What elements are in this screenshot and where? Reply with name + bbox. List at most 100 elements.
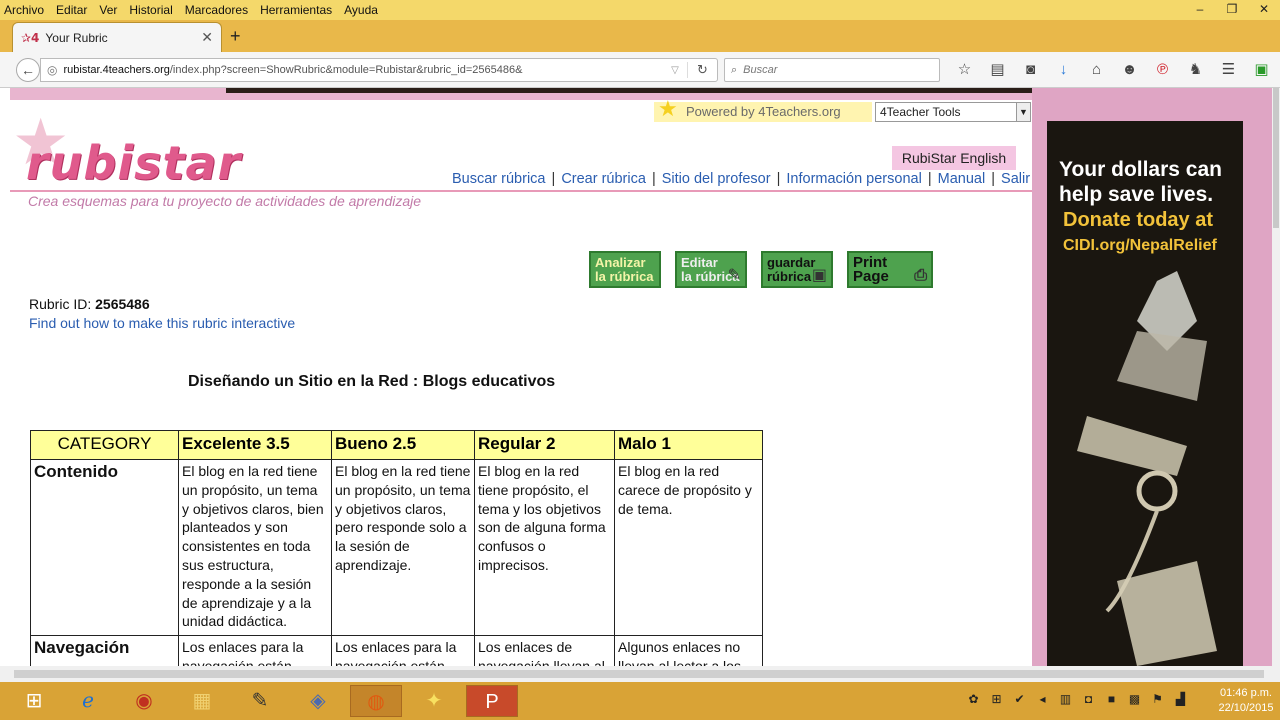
analyze-rubric-button[interactable]: Analizar la rúbrica (589, 251, 661, 288)
printer-icon: ⎙ (914, 267, 927, 284)
horizontal-scroll-thumb[interactable] (14, 670, 1264, 678)
floppy-disk-icon: ▣ (811, 267, 827, 284)
menu-marcadores[interactable]: Marcadores (179, 3, 254, 17)
header-regular: Regular 2 (474, 430, 615, 460)
teacher-tools-select[interactable]: 4Teacher Tools ▼ (875, 102, 1031, 122)
tray-icon[interactable]: ▥ (1054, 692, 1077, 706)
tray-icon[interactable]: ⊞ (985, 692, 1008, 706)
home-icon[interactable]: ⌂ (1080, 60, 1113, 80)
table-cell: El blog en la red tiene un propósito, un… (178, 459, 332, 636)
nav-sitio-profesor[interactable]: Sitio del profesor (662, 171, 771, 187)
nav-buscar-rubrica[interactable]: Buscar rúbrica (452, 171, 545, 187)
rubric-id-value: 2565486 (95, 296, 150, 312)
firefox-icon[interactable]: ◍ (350, 685, 402, 717)
table-cell: Los enlaces para la navegación están (331, 635, 475, 666)
header-malo: Malo 1 (614, 430, 763, 460)
app-icon[interactable]: ◈ (292, 685, 344, 717)
rubistar-logo[interactable]: ★ rubistar (12, 110, 312, 190)
volume-icon[interactable]: ◂ (1031, 692, 1054, 706)
network-icon[interactable]: ▟ (1169, 692, 1192, 706)
edit-rubric-button[interactable]: Editar la rúbrica ✎ (675, 251, 747, 288)
tab-title: Your Rubric (45, 30, 108, 45)
menu-historial[interactable]: Historial (123, 3, 178, 17)
flag-icon[interactable]: ⚑ (1146, 692, 1169, 706)
internet-explorer-icon[interactable]: ℯ (62, 685, 114, 717)
maximize-button[interactable]: ❐ (1216, 0, 1248, 20)
ad-line-1b: help save lives. (1059, 183, 1214, 206)
menu-archivo[interactable]: Archivo (0, 3, 50, 17)
close-tab-icon[interactable]: ✕ (201, 29, 213, 46)
rubric-id: Rubric ID: 2565486 (29, 296, 150, 312)
search-icon: ⌕ (731, 63, 738, 76)
powered-by-badge[interactable]: ★ Powered by 4Teachers.org (654, 98, 872, 122)
table-cell: Algunos enlaces no llevan al lector a lo… (614, 635, 763, 666)
nav-crear-rubrica[interactable]: Crear rúbrica (561, 171, 646, 187)
pencil-icon: ✎ (727, 267, 741, 284)
nav-separator: | (647, 171, 660, 187)
star-app-icon[interactable]: ✦ (408, 685, 460, 717)
system-clock[interactable]: 01:46 p.m. 22/10/2015 (1214, 686, 1278, 716)
top-banner-band (10, 88, 1116, 100)
tray-icon[interactable]: ■ (1100, 692, 1123, 706)
url-dropdown-icon[interactable]: ▽ (663, 65, 687, 76)
new-tab-button[interactable]: + (230, 26, 241, 46)
tab-bar: ✰4 Your Rubric ✕ + (0, 20, 1280, 52)
chevron-down-icon: ▼ (1016, 103, 1030, 121)
top-banner-image (226, 88, 1116, 93)
start-button-icon[interactable]: ⊞ (8, 685, 60, 717)
tray-icon[interactable]: ✔ (1008, 692, 1031, 706)
search-field[interactable]: ⌕ Buscar (724, 58, 940, 82)
file-explorer-icon[interactable]: ▦ (176, 685, 228, 717)
nav-informacion-personal[interactable]: Información personal (786, 171, 921, 187)
reload-icon[interactable]: ↻ (687, 62, 717, 78)
nav-manual[interactable]: Manual (938, 171, 986, 187)
menu-ver[interactable]: Ver (93, 3, 123, 17)
close-window-button[interactable]: ✕ (1248, 0, 1280, 20)
header-divider (10, 190, 1032, 192)
vertical-scrollbar[interactable] (1272, 88, 1280, 666)
extension-icon[interactable]: ♞ (1179, 60, 1212, 80)
pinterest-icon[interactable]: ℗ (1146, 60, 1179, 80)
vertical-scroll-thumb[interactable] (1273, 88, 1279, 228)
clock-date: 22/10/2015 (1218, 702, 1274, 714)
url-bar[interactable]: ◎ rubistar.4teachers.org/index.php?scree… (40, 58, 718, 82)
download-icon[interactable]: ↓ (1047, 60, 1080, 80)
nav-separator: | (547, 171, 560, 187)
chat-icon[interactable]: ☻ (1113, 60, 1146, 80)
tray-icon[interactable]: ✿ (962, 692, 985, 706)
donation-ad[interactable]: Your dollars can help save lives. Donate… (1047, 121, 1243, 666)
gimp-icon[interactable]: ✎ (234, 685, 286, 717)
back-button[interactable]: ← (16, 58, 40, 82)
reading-list-icon[interactable]: ▤ (981, 60, 1014, 80)
url-text[interactable]: rubistar.4teachers.org/index.php?screen=… (63, 64, 663, 76)
menu-editar[interactable]: Editar (50, 3, 93, 17)
bookmark-star-icon[interactable]: ☆ (948, 60, 981, 80)
rubric-table: CATEGORY Excelente 3.5 Bueno 2.5 Regular… (30, 430, 763, 666)
table-cell: El blog en la red tiene un propósito, un… (331, 459, 475, 636)
nav-salir[interactable]: Salir (1001, 171, 1030, 187)
rubistar-english-link[interactable]: RubiStar English (892, 146, 1016, 170)
back-arrow-icon: ← (21, 62, 35, 78)
hamburger-menu-icon[interactable]: ☰ (1212, 60, 1245, 80)
menu-ayuda[interactable]: Ayuda (338, 3, 384, 17)
row-category: Navegación (30, 635, 179, 666)
table-cell: El blog en la red tiene propósito, el te… (474, 459, 615, 636)
save-rubric-button[interactable]: guardar rúbrica ▣ (761, 251, 833, 288)
pocket-icon[interactable]: ◙ (1014, 60, 1047, 80)
horizontal-scrollbar[interactable] (0, 666, 1280, 682)
powered-by-text: Powered by 4Teachers.org (686, 104, 841, 119)
tray-icon[interactable]: ▩ (1123, 692, 1146, 706)
globe-icon: ◎ (47, 63, 58, 77)
powerpoint-icon[interactable]: P (466, 685, 518, 717)
header-excelente: Excelente 3.5 (178, 430, 332, 460)
menu-herramientas[interactable]: Herramientas (254, 3, 338, 17)
left-margin (0, 88, 10, 666)
minimize-button[interactable]: – (1184, 0, 1216, 20)
addon-icon[interactable]: ▣ (1245, 60, 1278, 80)
tray-icon[interactable]: ◘ (1077, 692, 1100, 706)
nav-separator: | (987, 171, 1000, 187)
tab-your-rubric[interactable]: ✰4 Your Rubric ✕ (12, 22, 222, 52)
chrome-icon[interactable]: ◉ (118, 685, 170, 717)
print-page-button[interactable]: Print Page ⎙ (847, 251, 933, 288)
interactive-rubric-link[interactable]: Find out how to make this rubric interac… (29, 315, 295, 331)
